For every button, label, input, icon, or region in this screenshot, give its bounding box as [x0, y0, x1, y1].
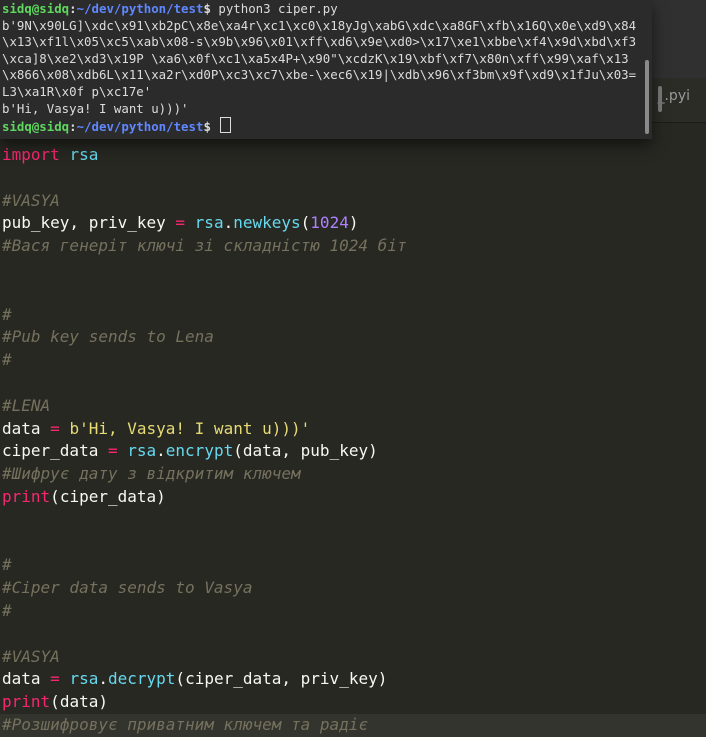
paren: ): [98, 692, 108, 712]
comment: #Вася генеріт ключі зі складністю 1024 б…: [2, 236, 407, 256]
variable: data: [2, 418, 41, 438]
variable: ciper_data: [2, 441, 99, 461]
operator: =: [40, 669, 70, 689]
code-line: import rsa: [0, 144, 706, 167]
arguments: ciper_data, priv_key: [185, 669, 378, 689]
code-editor[interactable]: import rsa #VASYA pub_key, priv_key = rs…: [0, 144, 706, 737]
prompt-path: ~/dev/python/test: [76, 119, 204, 135]
arguments: ciper_data: [59, 486, 157, 506]
comment: #: [2, 555, 12, 575]
paren: (: [50, 486, 60, 506]
builtin-function: print: [2, 692, 51, 712]
code-line: #: [0, 304, 706, 327]
variables: pub_key, priv_key: [2, 213, 166, 233]
paren: (: [175, 669, 186, 689]
code-line: print(data): [0, 691, 706, 714]
code-line: #LENA: [0, 395, 706, 418]
paren: (: [50, 692, 60, 712]
function-name: newkeys: [233, 213, 301, 233]
comment: #Pub key sends to Lena: [2, 327, 214, 347]
terminal-command: python3 ciper.py: [218, 1, 338, 16]
prompt-colon: :: [69, 1, 77, 16]
terminal-prompt-line: sidq@sidq:~/dev/python/test$ python3 cip…: [2, 1, 642, 18]
editor-scrollbar[interactable]: [654, 86, 666, 114]
variable: data: [2, 669, 41, 689]
code-line: pub_key, priv_key = rsa.newkeys(1024): [0, 212, 706, 235]
code-line: data = rsa.decrypt(ciper_data, priv_key): [0, 668, 706, 691]
prompt-user-host: sidq@sidq: [2, 119, 70, 135]
terminal-scrollbar[interactable]: [642, 0, 652, 139]
comment: #: [2, 350, 12, 370]
paren: ): [368, 441, 378, 461]
terminal-decrypted-output: b'Hi, Vasya! I want u)))': [2, 100, 189, 116]
code-line: #: [0, 554, 706, 577]
keyword: import: [2, 145, 60, 164]
prompt-sign: $: [203, 1, 211, 16]
terminal-output: sidq@sidq:~/dev/python/test$ python3 cip…: [2, 1, 642, 136]
code-line: #Шифрує дату з відкритим ключем: [0, 463, 706, 486]
function-name: encrypt: [165, 441, 234, 461]
terminal-window[interactable]: sidq@sidq:~/dev/python/test$ python3 cip…: [0, 0, 652, 139]
module-name: rsa: [127, 441, 157, 461]
module-name: rsa: [69, 145, 99, 164]
comment: #Шифрує дату з відкритим ключем: [2, 464, 301, 484]
operator: =: [98, 441, 128, 461]
comment: #: [2, 304, 12, 324]
terminal-scroll-thumb[interactable]: [645, 60, 649, 134]
paren: ): [377, 669, 388, 689]
editor-scroll-thumb[interactable]: [658, 86, 662, 112]
comment: #VASYA: [2, 190, 60, 210]
comment: #VASYA: [2, 646, 60, 666]
string-literal: b'Hi, Vasya! I want u)))': [69, 418, 311, 438]
comment: #Ciper data sends to Vasya: [2, 578, 253, 598]
dot: .: [223, 213, 234, 233]
code-line: data = b'Hi, Vasya! I want u)))': [0, 418, 706, 441]
terminal-encrypted-output: b'9N\x90LG]\xdc\x91\xb2pC\x8e\xa4r\xc1\x…: [2, 17, 637, 99]
builtin-function: print: [2, 486, 51, 506]
paren: ): [348, 213, 359, 233]
code-line: #Вася генеріт ключі зі складністю 1024 б…: [0, 235, 706, 258]
code-line: #: [0, 600, 706, 623]
comment: #: [2, 600, 12, 620]
code-line: #Pub key sends to Lena: [0, 326, 706, 349]
code-line-current: #Розшифровує приватним ключем та радіє: [0, 713, 706, 737]
module-name: rsa: [194, 213, 224, 233]
prompt-user-host: sidq@sidq: [2, 1, 70, 16]
terminal-prompt-line: sidq@sidq:~/dev/python/test$: [2, 117, 642, 136]
paren: (: [233, 441, 243, 461]
number: 1024: [310, 213, 349, 233]
code-line: #Ciper data sends to Vasya: [0, 577, 706, 600]
code-line: #VASYA: [0, 646, 706, 669]
prompt-colon: :: [69, 119, 77, 135]
function-name: decrypt: [107, 669, 176, 689]
dot: .: [98, 669, 108, 689]
terminal-cursor: [220, 117, 232, 134]
dot: .: [156, 441, 166, 461]
comment: #LENA: [2, 395, 51, 415]
paren: ): [156, 486, 166, 506]
paren: (: [300, 213, 311, 233]
operator: =: [40, 418, 70, 438]
prompt-sign: $: [203, 119, 211, 135]
arguments: data, pub_key: [242, 441, 369, 461]
code-line: #: [0, 349, 706, 372]
prompt-path: ~/dev/python/test: [76, 1, 204, 16]
module-name: rsa: [69, 669, 99, 689]
arguments: data: [59, 692, 99, 712]
code-line: print(ciper_data): [0, 486, 706, 509]
operator: =: [165, 213, 195, 233]
comment: #Розшифровує приватним ключем та радіє: [2, 714, 369, 734]
code-line: #VASYA: [0, 190, 706, 213]
code-line: ciper_data = rsa.encrypt(data, pub_key): [0, 440, 706, 463]
